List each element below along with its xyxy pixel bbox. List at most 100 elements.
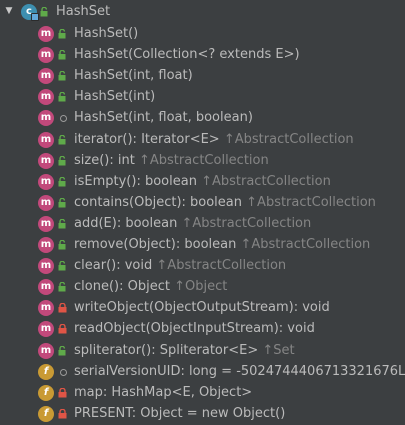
signature-text: map: HashMap<E, Object> bbox=[74, 385, 253, 400]
method-signature-label: add(E): boolean ↑AbstractCollection bbox=[74, 213, 311, 234]
method-icon: m bbox=[38, 321, 54, 337]
method-signature-label: HashSet(int, float, boolean) bbox=[74, 107, 253, 128]
method-row[interactable]: m add(E): boolean ↑AbstractCollection bbox=[0, 213, 405, 234]
package-private-icon bbox=[58, 367, 67, 377]
method-icon: m bbox=[38, 174, 54, 190]
method-row[interactable]: m spliterator(): Spliterator<E> ↑Set bbox=[0, 340, 405, 361]
method-row[interactable]: m writeObject(ObjectOutputStream): void bbox=[0, 297, 405, 318]
method-row[interactable]: m clear(): void ↑AbstractCollection bbox=[0, 255, 405, 276]
method-icon: m bbox=[38, 89, 54, 105]
inherited-arrow-icon: ↑ bbox=[240, 237, 252, 252]
inherited-arrow-icon: ↑ bbox=[262, 343, 274, 358]
signature-text: HashSet(int, float, boolean) bbox=[74, 110, 253, 125]
method-row[interactable]: m remove(Object): boolean ↑AbstractCollec… bbox=[0, 234, 405, 255]
signature-text: readObject(ObjectInputStream): void bbox=[74, 321, 315, 336]
method-row[interactable]: m contains(Object): boolean ↑AbstractColl… bbox=[0, 192, 405, 213]
inherited-from-label: AbstractCollection bbox=[149, 153, 269, 168]
method-row[interactable]: m iterator(): Iterator<E> ↑AbstractCollec… bbox=[0, 129, 405, 150]
inherited-from-label: AbstractCollection bbox=[257, 195, 376, 210]
signature-text: isEmpty(): boolean bbox=[74, 174, 197, 189]
method-row[interactable]: m HashSet(Collection<? extends E>) bbox=[0, 44, 405, 65]
public-lock-icon bbox=[58, 29, 67, 39]
inherited-from-label: AbstractCollection bbox=[192, 216, 312, 231]
public-lock-icon bbox=[58, 71, 67, 81]
inherited-arrow-icon: ↑ bbox=[174, 279, 185, 294]
method-signature-label: size(): int ↑AbstractCollection bbox=[74, 150, 269, 171]
signature-text: add(E): boolean bbox=[74, 216, 178, 231]
class-icon: c bbox=[21, 4, 39, 21]
public-lock-icon bbox=[58, 198, 67, 208]
inherited-from-label: Set bbox=[273, 343, 295, 358]
method-icon: m bbox=[38, 132, 54, 148]
method-signature-label: HashSet(int) bbox=[74, 86, 155, 107]
method-signature-label: writeObject(ObjectOutputStream): void bbox=[74, 297, 330, 318]
field-row[interactable]: f map: HashMap<E, Object> bbox=[0, 382, 405, 403]
inherited-from-label: Object bbox=[185, 279, 228, 294]
signature-text: HashSet(Collection<? extends E>) bbox=[74, 47, 300, 62]
expand-toggle-icon[interactable]: ▼ bbox=[4, 5, 14, 17]
tree-root-hashset[interactable]: ▼ c HashSet bbox=[0, 1, 405, 22]
public-lock-icon bbox=[58, 219, 67, 229]
private-lock-icon bbox=[58, 409, 67, 419]
public-lock-icon bbox=[58, 346, 67, 356]
method-signature-label: remove(Object): boolean ↑AbstractCollect… bbox=[74, 234, 370, 255]
inherited-arrow-icon: ↑ bbox=[246, 195, 258, 210]
public-lock-icon bbox=[58, 92, 67, 102]
method-icon: m bbox=[38, 26, 54, 42]
package-private-icon bbox=[58, 113, 67, 123]
method-signature-label: isEmpty(): boolean ↑AbstractCollection bbox=[74, 171, 331, 192]
method-icon: m bbox=[38, 110, 54, 126]
signature-text: contains(Object): boolean bbox=[74, 195, 242, 210]
signature-text: iterator(): Iterator<E> bbox=[74, 132, 220, 147]
inherited-arrow-icon: ↑ bbox=[138, 153, 150, 168]
method-signature-label: contains(Object): boolean ↑AbstractColle… bbox=[74, 192, 376, 213]
signature-text: HashSet() bbox=[74, 26, 139, 41]
method-signature-label: spliterator(): Spliterator<E> ↑Set bbox=[74, 340, 295, 361]
inherited-from-label: AbstractCollection bbox=[167, 258, 287, 273]
signature-text: clear(): void bbox=[74, 258, 153, 273]
method-row[interactable]: m HashSet(int, float, boolean) bbox=[0, 107, 405, 128]
method-signature-label: iterator(): Iterator<E> ↑AbstractCollect… bbox=[74, 129, 354, 150]
method-row[interactable]: m HashSet() bbox=[0, 23, 405, 44]
method-row[interactable]: m clone(): Object ↑Object bbox=[0, 276, 405, 297]
signature-text: size(): int bbox=[74, 153, 135, 168]
method-row[interactable]: m HashSet(int, float) bbox=[0, 65, 405, 86]
method-row[interactable]: m HashSet(int) bbox=[0, 86, 405, 107]
signature-text: HashSet(int, float) bbox=[74, 68, 193, 83]
method-row[interactable]: m readObject(ObjectInputStream): void bbox=[0, 318, 405, 339]
private-lock-icon bbox=[58, 324, 67, 334]
signature-text: writeObject(ObjectOutputStream): void bbox=[74, 300, 330, 315]
method-signature-label: HashSet(Collection<? extends E>) bbox=[74, 44, 300, 65]
field-signature-label: PRESENT: Object = new Object() bbox=[74, 403, 285, 424]
public-lock-icon bbox=[58, 177, 67, 187]
inherited-from-label: AbstractCollection bbox=[234, 132, 354, 147]
public-lock-icon bbox=[58, 156, 67, 166]
inherited-arrow-icon: ↑ bbox=[223, 132, 235, 147]
field-signature-label: serialVersionUID: long = -50247444067133… bbox=[74, 361, 405, 382]
private-lock-icon bbox=[58, 388, 67, 398]
method-signature-label: HashSet(int, float) bbox=[74, 65, 193, 86]
inherited-arrow-icon: ↑ bbox=[156, 258, 168, 273]
method-row[interactable]: m size(): int ↑AbstractCollection bbox=[0, 150, 405, 171]
structure-tree: ▼ c HashSet m HashSet() m HashSet(Collectio… bbox=[0, 0, 405, 425]
method-icon: m bbox=[38, 47, 54, 63]
public-lock-icon bbox=[40, 7, 49, 17]
method-row[interactable]: m isEmpty(): boolean ↑AbstractCollection bbox=[0, 171, 405, 192]
signature-text: clone(): Object bbox=[74, 279, 170, 294]
field-row[interactable]: f serialVersionUID: long = -5024744406713… bbox=[0, 361, 405, 382]
method-icon: m bbox=[38, 300, 54, 316]
field-icon: f bbox=[38, 406, 54, 422]
signature-text: remove(Object): boolean bbox=[74, 237, 237, 252]
method-icon: m bbox=[38, 258, 54, 274]
public-lock-icon bbox=[58, 240, 67, 250]
method-signature-label: HashSet() bbox=[74, 23, 138, 44]
field-signature-label: map: HashMap<E, Object> bbox=[74, 382, 252, 403]
public-lock-icon bbox=[58, 282, 67, 292]
method-signature-label: readObject(ObjectInputStream): void bbox=[74, 318, 315, 339]
class-name-label: HashSet bbox=[56, 4, 111, 19]
method-icon: m bbox=[38, 153, 54, 169]
method-icon: m bbox=[38, 343, 54, 359]
method-signature-label: clone(): Object ↑Object bbox=[74, 276, 227, 297]
field-row[interactable]: f PRESENT: Object = new Object() bbox=[0, 403, 405, 424]
private-lock-icon bbox=[58, 303, 67, 313]
